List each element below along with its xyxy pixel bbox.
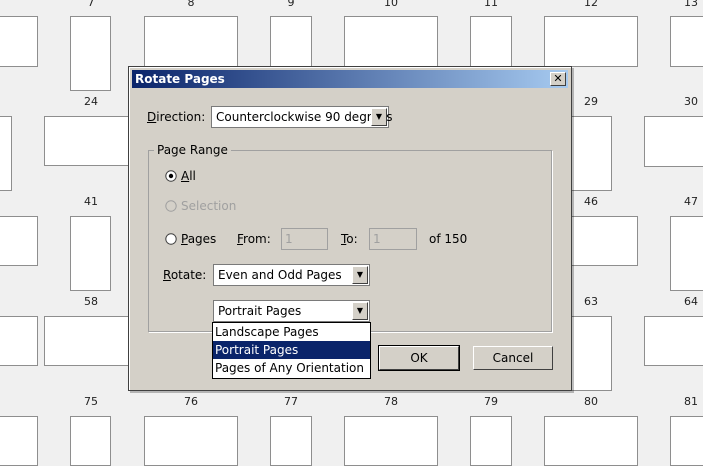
page-number: 11 bbox=[484, 0, 498, 9]
page-range-legend: Page Range bbox=[154, 143, 231, 157]
orientation-select[interactable]: Portrait Pages ▼ bbox=[213, 300, 370, 322]
page-thumbnail[interactable] bbox=[670, 216, 703, 291]
page-thumbnail[interactable] bbox=[270, 416, 312, 466]
page-number: 29 bbox=[584, 95, 598, 108]
page-thumbnail[interactable] bbox=[644, 116, 703, 167]
page-number: 75 bbox=[84, 395, 98, 408]
page-thumbnail[interactable] bbox=[44, 316, 138, 366]
page-number: 10 bbox=[384, 0, 398, 9]
to-field[interactable]: 1 bbox=[369, 228, 417, 250]
selection-radio-label: Selection bbox=[181, 199, 237, 213]
page-number: 30 bbox=[684, 95, 698, 108]
page-thumbnail[interactable] bbox=[144, 16, 238, 67]
page-number: 58 bbox=[84, 295, 98, 308]
page-thumbnail[interactable] bbox=[344, 416, 438, 466]
page-thumbnail[interactable] bbox=[0, 116, 12, 191]
option-any-orientation[interactable]: Pages of Any Orientation bbox=[213, 359, 370, 377]
page-thumbnail[interactable] bbox=[544, 416, 638, 466]
rotate-select[interactable]: Even and Odd Pages ▼ bbox=[213, 264, 370, 286]
page-thumbnail[interactable] bbox=[670, 16, 703, 67]
close-button[interactable]: ✕ bbox=[550, 72, 566, 86]
page-thumbnail[interactable] bbox=[70, 16, 111, 91]
page-total-label: of 150 bbox=[429, 232, 468, 246]
page-number: 8 bbox=[187, 0, 195, 9]
from-label: From: bbox=[237, 232, 271, 246]
page-thumbnail[interactable] bbox=[570, 316, 612, 391]
page-thumbnail[interactable] bbox=[0, 216, 38, 266]
selection-radio[interactable] bbox=[165, 200, 177, 212]
page-number: 78 bbox=[384, 395, 398, 408]
chevron-down-icon[interactable]: ▼ bbox=[352, 266, 368, 284]
page-thumbnail[interactable] bbox=[0, 416, 38, 466]
pages-radio-label[interactable]: Pages bbox=[181, 232, 216, 246]
page-number: 24 bbox=[84, 95, 98, 108]
page-number: 41 bbox=[84, 195, 98, 208]
page-thumbnail[interactable] bbox=[670, 416, 703, 466]
dialog-title: Rotate Pages bbox=[135, 72, 225, 86]
pages-radio[interactable] bbox=[165, 233, 177, 245]
page-number: 47 bbox=[684, 195, 698, 208]
rotate-label: Rotate: bbox=[163, 268, 207, 282]
option-portrait-pages[interactable]: Portrait Pages bbox=[213, 341, 370, 359]
page-thumbnail[interactable] bbox=[470, 16, 512, 67]
page-number: 46 bbox=[584, 195, 598, 208]
page-number: 63 bbox=[584, 295, 598, 308]
cancel-button[interactable]: Cancel bbox=[473, 346, 553, 370]
page-thumbnail[interactable] bbox=[544, 16, 638, 67]
page-thumbnail[interactable] bbox=[270, 16, 312, 67]
option-landscape-pages[interactable]: Landscape Pages bbox=[213, 323, 370, 341]
all-radio[interactable] bbox=[165, 170, 177, 182]
page-number: 76 bbox=[184, 395, 198, 408]
page-thumbnail[interactable] bbox=[0, 316, 38, 366]
page-thumbnail[interactable] bbox=[70, 216, 111, 291]
orientation-dropdown-list: Landscape Pages Portrait Pages Pages of … bbox=[212, 322, 371, 379]
from-field[interactable]: 1 bbox=[281, 228, 328, 250]
page-number: 12 bbox=[584, 0, 598, 9]
chevron-down-icon[interactable]: ▼ bbox=[371, 108, 387, 126]
direction-value: Counterclockwise 90 degrees bbox=[216, 110, 393, 124]
page-thumbnail[interactable] bbox=[344, 16, 438, 67]
page-number: 9 bbox=[287, 0, 295, 9]
all-radio-label[interactable]: All bbox=[181, 169, 196, 183]
page-thumbnail[interactable] bbox=[70, 416, 111, 466]
page-number: 64 bbox=[684, 295, 698, 308]
page-number: 81 bbox=[684, 395, 698, 408]
direction-label: Direction: bbox=[147, 110, 206, 124]
page-number: 13 bbox=[684, 0, 698, 9]
rotate-value: Even and Odd Pages bbox=[218, 268, 342, 282]
chevron-down-icon[interactable]: ▼ bbox=[352, 302, 368, 320]
page-number: 77 bbox=[284, 395, 298, 408]
page-thumbnail[interactable] bbox=[144, 416, 238, 466]
page-thumbnail[interactable] bbox=[570, 216, 638, 266]
dialog-titlebar[interactable]: Rotate Pages ✕ bbox=[132, 70, 568, 88]
direction-select[interactable]: Counterclockwise 90 degrees ▼ bbox=[211, 106, 393, 128]
page-thumbnail[interactable] bbox=[470, 416, 512, 466]
page-number: 79 bbox=[484, 395, 498, 408]
ok-button[interactable]: OK bbox=[378, 345, 460, 371]
orientation-value: Portrait Pages bbox=[218, 304, 302, 318]
page-thumbnail[interactable] bbox=[570, 116, 612, 191]
to-label: To: bbox=[341, 232, 358, 246]
page-number: 7 bbox=[87, 0, 95, 9]
page-thumbnail[interactable] bbox=[44, 116, 138, 166]
page-thumbnail[interactable] bbox=[0, 16, 38, 67]
close-icon: ✕ bbox=[553, 72, 563, 85]
page-thumbnail[interactable] bbox=[644, 316, 703, 366]
page-number: 80 bbox=[584, 395, 598, 408]
